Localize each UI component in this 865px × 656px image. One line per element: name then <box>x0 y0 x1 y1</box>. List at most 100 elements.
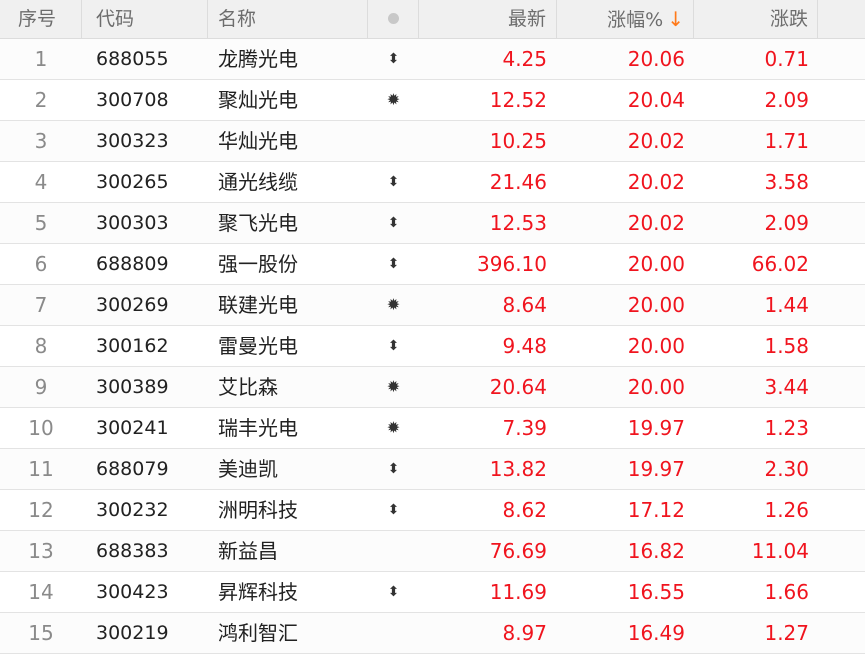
stock-code: 300241 <box>96 417 169 439</box>
stock-mark: ✹ <box>368 285 419 325</box>
table-row[interactable]: 4 300265 通光线缆 ⬍ 21.46 20.02 3.58 <box>0 162 865 203</box>
change-percent: 19.97 <box>627 416 685 440</box>
last-price: 8.64 <box>502 293 547 317</box>
change-percent: 17.12 <box>627 498 685 522</box>
column-header-code[interactable]: 代码 <box>82 0 208 38</box>
table-row[interactable]: 2 300708 聚灿光电 ✹ 12.52 20.04 2.09 <box>0 80 865 121</box>
change-amount: 2.09 <box>764 211 809 235</box>
column-header-chg[interactable]: 涨跌 <box>694 0 818 38</box>
table-row[interactable]: 6 688809 强一股份 ⬍ 396.10 20.00 66.02 <box>0 244 865 285</box>
up-down-arrow-icon: ⬍ <box>387 256 400 272</box>
column-header-name[interactable]: 名称 <box>208 0 368 38</box>
change-percent: 20.02 <box>627 170 685 194</box>
row-seq: 15 <box>28 621 54 645</box>
change-amount: 1.23 <box>764 416 809 440</box>
stock-name: 新益昌 <box>218 539 278 563</box>
row-seq: 10 <box>28 416 54 440</box>
stock-name: 龙腾光电 <box>218 47 298 71</box>
column-header-mark[interactable] <box>368 0 419 38</box>
table-row[interactable]: 10 300241 瑞丰光电 ✹ 7.39 19.97 1.23 <box>0 408 865 449</box>
row-filler <box>818 490 865 530</box>
row-filler <box>818 285 865 325</box>
change-amount: 1.44 <box>764 293 809 317</box>
table-row[interactable]: 5 300303 聚飞光电 ⬍ 12.53 20.02 2.09 <box>0 203 865 244</box>
row-filler <box>818 121 865 161</box>
stock-mark: ⬍ <box>368 162 419 202</box>
row-seq: 8 <box>34 334 48 358</box>
table-row[interactable]: 3 300323 华灿光电 10.25 20.02 1.71 <box>0 121 865 162</box>
row-seq: 7 <box>34 293 48 317</box>
change-amount: 1.27 <box>764 621 809 645</box>
stock-name: 艾比森 <box>218 375 278 399</box>
change-amount: 3.58 <box>764 170 809 194</box>
table-row[interactable]: 14 300423 昇辉科技 ⬍ 11.69 16.55 1.66 <box>0 572 865 613</box>
table-header: 序号 代码 名称 最新 涨幅% ↓ 涨跌 <box>0 0 865 39</box>
change-amount: 1.26 <box>764 498 809 522</box>
last-price: 12.53 <box>489 211 547 235</box>
change-percent: 20.00 <box>627 334 685 358</box>
stock-mark: ✹ <box>368 408 419 448</box>
star-burst-icon: ✹ <box>386 377 401 396</box>
stock-name: 雷曼光电 <box>218 334 298 358</box>
stock-name: 联建光电 <box>218 293 298 317</box>
table-row[interactable]: 12 300232 洲明科技 ⬍ 8.62 17.12 1.26 <box>0 490 865 531</box>
change-percent: 20.00 <box>627 375 685 399</box>
table-row[interactable]: 7 300269 联建光电 ✹ 8.64 20.00 1.44 <box>0 285 865 326</box>
last-price: 21.46 <box>489 170 547 194</box>
last-price: 4.25 <box>502 47 547 71</box>
change-amount: 1.66 <box>764 580 809 604</box>
stock-code: 300265 <box>96 171 169 193</box>
change-percent: 20.04 <box>627 88 685 112</box>
row-filler <box>818 203 865 243</box>
change-amount: 66.02 <box>751 252 809 276</box>
row-seq: 13 <box>28 539 54 563</box>
stock-mark <box>368 121 419 161</box>
column-header-last[interactable]: 最新 <box>419 0 557 38</box>
row-filler <box>818 367 865 407</box>
stock-name: 华灿光电 <box>218 129 298 153</box>
stock-ranking-table: 序号 代码 名称 最新 涨幅% ↓ 涨跌 1 688055 龙腾光电 ⬍ 4.25 20.0… <box>0 0 865 656</box>
stock-code: 300389 <box>96 376 169 398</box>
table-row[interactable]: 15 300219 鸿利智汇 8.97 16.49 1.27 <box>0 613 865 654</box>
stock-name: 聚灿光电 <box>218 88 298 112</box>
row-seq: 6 <box>34 252 48 276</box>
column-header-pct[interactable]: 涨幅% ↓ <box>557 0 694 38</box>
change-amount: 2.09 <box>764 88 809 112</box>
stock-code: 688055 <box>96 48 169 70</box>
last-price: 20.64 <box>489 375 547 399</box>
stock-mark: ⬍ <box>368 572 419 612</box>
table-row[interactable]: 9 300389 艾比森 ✹ 20.64 20.00 3.44 <box>0 367 865 408</box>
stock-code: 300269 <box>96 294 169 316</box>
up-down-arrow-icon: ⬍ <box>387 51 400 67</box>
stock-name: 美迪凯 <box>218 457 278 481</box>
table-row[interactable]: 8 300162 雷曼光电 ⬍ 9.48 20.00 1.58 <box>0 326 865 367</box>
stock-mark: ⬍ <box>368 203 419 243</box>
star-burst-icon: ✹ <box>386 90 401 109</box>
up-down-arrow-icon: ⬍ <box>387 461 400 477</box>
stock-code: 300162 <box>96 335 169 357</box>
stock-code: 300303 <box>96 212 169 234</box>
change-percent: 20.02 <box>627 129 685 153</box>
row-seq: 5 <box>34 211 48 235</box>
stock-code: 300232 <box>96 499 169 521</box>
last-price: 396.10 <box>477 252 547 276</box>
table-row[interactable]: 1 688055 龙腾光电 ⬍ 4.25 20.06 0.71 <box>0 39 865 80</box>
change-percent: 20.00 <box>627 293 685 317</box>
stock-mark: ⬍ <box>368 244 419 284</box>
stock-mark: ⬍ <box>368 490 419 530</box>
column-header-filler <box>818 0 865 38</box>
table-row[interactable]: 13 688383 新益昌 76.69 16.82 11.04 <box>0 531 865 572</box>
table-body: 1 688055 龙腾光电 ⬍ 4.25 20.06 0.71 2 300708 聚灿光电 ✹ 12.… <box>0 39 865 654</box>
table-row[interactable]: 11 688079 美迪凯 ⬍ 13.82 19.97 2.30 <box>0 449 865 490</box>
column-header-seq[interactable]: 序号 <box>0 0 82 38</box>
last-price: 13.82 <box>489 457 547 481</box>
up-down-arrow-icon: ⬍ <box>387 174 400 190</box>
row-seq: 1 <box>34 47 48 71</box>
star-burst-icon: ✹ <box>386 418 401 437</box>
stock-mark: ⬍ <box>368 326 419 366</box>
row-filler <box>818 80 865 120</box>
last-price: 11.69 <box>489 580 547 604</box>
change-percent: 16.55 <box>627 580 685 604</box>
stock-code: 688383 <box>96 540 169 562</box>
up-down-arrow-icon: ⬍ <box>387 502 400 518</box>
